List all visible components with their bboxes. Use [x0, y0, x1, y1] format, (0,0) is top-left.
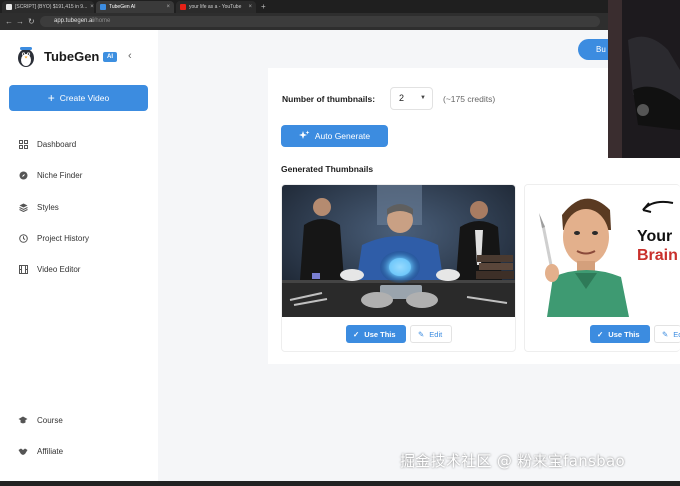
create-video-button[interactable]: + Create Video — [9, 85, 148, 111]
browser-tab-tubegen[interactable]: TubeGen AI × — [96, 1, 174, 13]
tab-title: [SCRIPT] (BYO) $191,415 in 9... — [15, 4, 88, 10]
number-of-thumbnails-select[interactable]: 2 ▼ — [390, 87, 433, 110]
edit-button[interactable]: ✎ Ed — [654, 325, 680, 343]
watermark-text: 掘金技术社区 @ 粉来宝fansbao — [400, 452, 625, 470]
edit-label: Edit — [429, 329, 443, 339]
forward-icon[interactable]: → — [16, 17, 24, 26]
sidebar-item-label: Styles — [37, 202, 59, 212]
tab-favicon-icon — [6, 4, 12, 10]
tab-close-icon[interactable]: × — [90, 4, 94, 10]
thumbnail-image-doctor-cartoon[interactable]: Your Brain — [525, 185, 680, 317]
sidebar-item-label: Project History — [37, 233, 90, 243]
select-value: 2 — [399, 93, 405, 103]
thumbnail-image-surgeon-scene[interactable] — [282, 185, 515, 317]
back-icon[interactable]: ← — [5, 17, 13, 26]
tab-title: TubeGen AI — [109, 4, 136, 10]
tab-title: your life as a - YouTube — [189, 4, 242, 10]
number-of-thumbnails-label: Number of thumbnails: — [282, 94, 376, 104]
sidebar-item-affiliate[interactable]: Affiliate — [18, 444, 63, 458]
sidebar-item-niche-finder[interactable]: Niche Finder — [18, 168, 82, 182]
sidebar-item-label: Course — [37, 415, 63, 425]
new-tab-button[interactable]: + — [261, 2, 266, 11]
check-icon: ✓ — [597, 329, 604, 339]
overlay-text-line2: Brain — [637, 247, 678, 264]
brand-name: TubeGen — [44, 49, 100, 64]
history-icon — [18, 233, 28, 243]
browser-tab-bar: [SCRIPT] (BYO) $191,415 in 9... × TubeGe… — [0, 0, 680, 13]
credits-estimate: (~175 credits) — [443, 94, 496, 104]
reload-icon[interactable]: ↻ — [28, 17, 35, 26]
check-icon: ✓ — [353, 329, 360, 339]
handshake-icon — [18, 446, 28, 456]
use-this-label: Use This — [364, 329, 396, 339]
edit-button[interactable]: ✎ Edit — [410, 325, 452, 343]
film-icon — [18, 264, 28, 274]
url-field[interactable]: app.tubegen.ai/home — [40, 16, 600, 27]
overlay-text-line1: Your — [637, 228, 673, 245]
sidebar-item-course[interactable]: Course — [18, 413, 63, 427]
thumbnail-card: Your Brain ✓ Use This ✎ Ed — [524, 184, 680, 352]
tab-favicon-icon — [100, 4, 106, 10]
plus-icon: + — [47, 91, 55, 105]
grid-icon — [18, 139, 28, 149]
auto-generate-label: Auto Generate — [314, 131, 371, 141]
sidebar-item-label: Niche Finder — [37, 170, 83, 180]
sidebar-item-project-history[interactable]: Project History — [18, 231, 89, 245]
compass-icon — [18, 170, 28, 180]
chevron-down-icon: ▼ — [420, 95, 426, 101]
use-this-label: Use This — [608, 329, 640, 339]
collapse-sidebar-button[interactable]: ‹ — [128, 50, 132, 62]
taskbar-strip — [0, 481, 680, 486]
ai-badge: AI — [103, 52, 117, 62]
sidebar-item-label: Video Editor — [37, 264, 81, 274]
use-this-button[interactable]: ✓ Use This — [590, 325, 650, 343]
sidebar-item-dashboard[interactable]: Dashboard — [18, 137, 76, 151]
url-host: app.tubegen.ai — [54, 18, 94, 24]
tab-favicon-icon — [180, 4, 186, 10]
tab-close-icon[interactable]: × — [166, 4, 170, 10]
tubegen-logo-icon — [16, 46, 36, 68]
graduation-icon — [18, 415, 28, 425]
sparkle-icon — [298, 130, 310, 143]
auto-generate-button[interactable]: Auto Generate — [281, 125, 388, 147]
pencil-icon: ✎ — [418, 329, 425, 339]
address-bar: ← → ↻ app.tubegen.ai/home — [0, 13, 680, 30]
webcam-overlay — [608, 0, 680, 158]
sidebar-item-video-editor[interactable]: Video Editor — [18, 262, 80, 276]
url-path: /home — [93, 18, 111, 24]
thumbnail-card: ✓ Use This ✎ Edit — [281, 184, 516, 352]
sidebar-item-label: Affiliate — [37, 446, 64, 456]
create-video-label: Create Video — [59, 93, 110, 103]
sidebar-item-styles[interactable]: Styles — [18, 200, 59, 214]
use-this-button[interactable]: ✓ Use This — [346, 325, 406, 343]
browser-tab-youtube[interactable]: your life as a - YouTube × — [176, 1, 256, 13]
browser-tab-script[interactable]: [SCRIPT] (BYO) $191,415 in 9... × — [2, 1, 94, 13]
edit-label: Ed — [673, 329, 680, 339]
sidebar-item-label: Dashboard — [37, 139, 77, 149]
tab-close-icon[interactable]: × — [248, 4, 252, 10]
layers-icon — [18, 202, 28, 212]
pencil-icon: ✎ — [662, 329, 669, 339]
generated-thumbnails-heading: Generated Thumbnails — [281, 164, 374, 174]
